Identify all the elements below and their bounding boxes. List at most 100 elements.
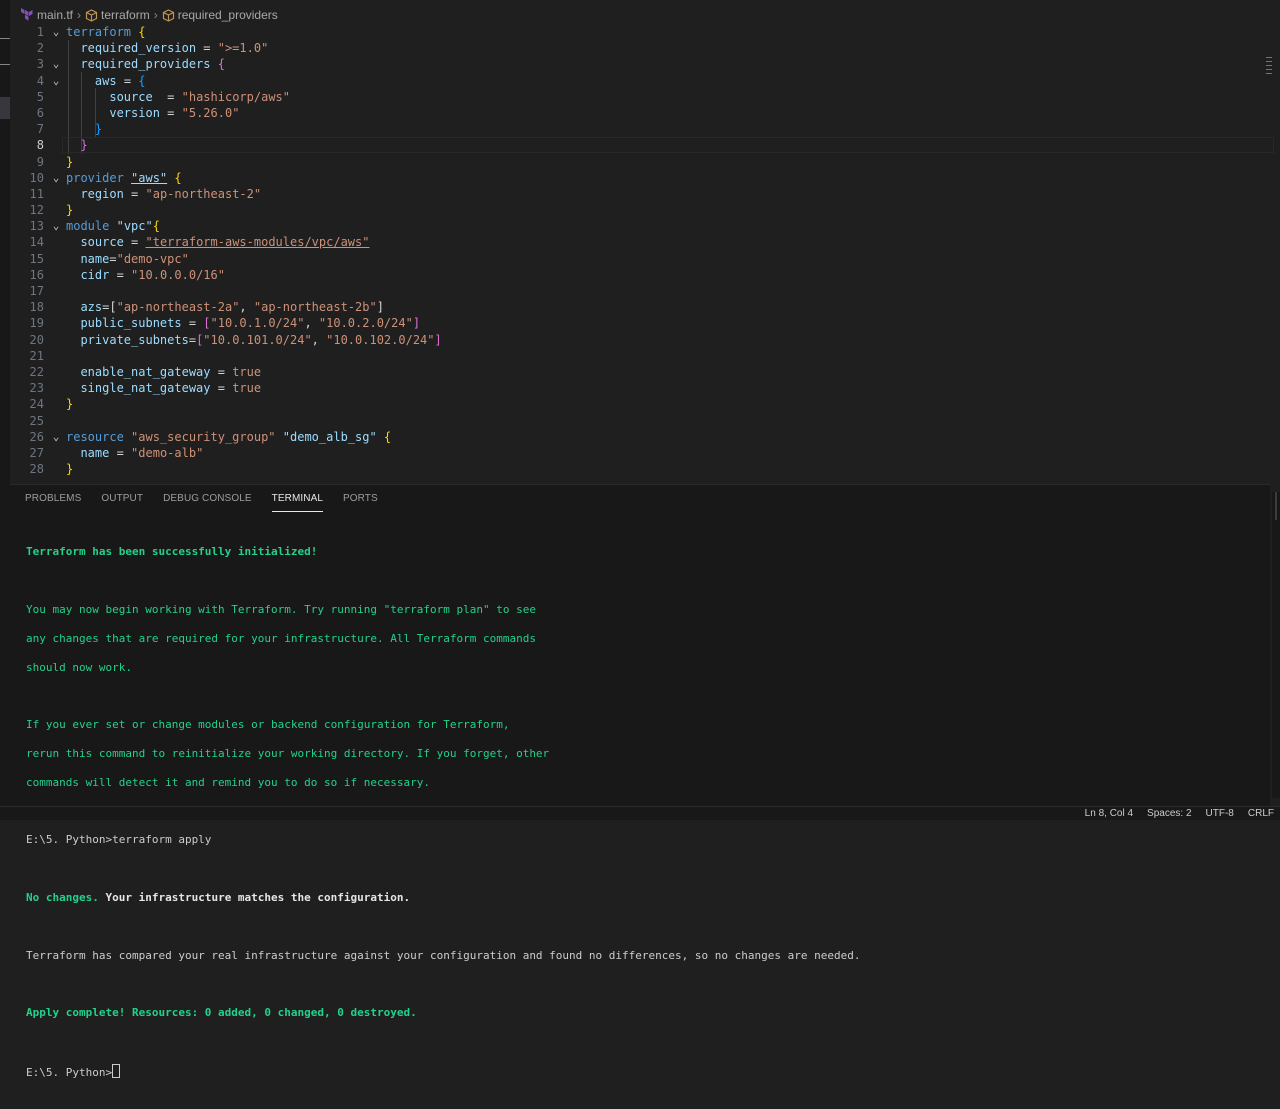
activity-selected-item[interactable]	[0, 97, 10, 119]
code-text: enable_nat_gateway = true	[80, 364, 262, 379]
line-number: 2	[36, 41, 44, 56]
line-number: 27	[29, 445, 44, 460]
code-text: required_version = ">=1.0"	[80, 41, 269, 56]
breadcrumb-block[interactable]: terraform	[85, 8, 150, 22]
code-line: 6 version = "5.26.0"	[10, 105, 1274, 121]
terminal-line: If you ever set or change modules or bac…	[26, 718, 510, 732]
code-text: }	[66, 154, 74, 169]
line-number: 10	[29, 170, 44, 185]
line-number: 19	[29, 316, 44, 331]
status-eol[interactable]: CRLF	[1248, 807, 1274, 820]
breadcrumb-file[interactable]: main.tf	[20, 8, 73, 22]
line-number: 5	[36, 89, 44, 104]
chevron-down-icon[interactable]: ⌄	[50, 56, 62, 72]
line-number: 22	[29, 364, 44, 379]
terminal-line: commands will detect it and remind you t…	[26, 775, 430, 789]
code-text: }	[66, 397, 74, 412]
code-line: 13 ⌄ module "vpc"{	[10, 218, 1274, 234]
activity-bar	[0, 0, 10, 806]
code-line: 14 source = "terraform-aws-modules/vpc/a…	[10, 234, 1274, 250]
tab-output[interactable]: OUTPUT	[101, 491, 143, 511]
tab-problems[interactable]: PROBLEMS	[25, 491, 81, 511]
code-line: 11 region = "ap-northeast-2"	[10, 186, 1274, 202]
chevron-right-icon: ›	[77, 8, 82, 22]
line-number: 6	[36, 105, 44, 120]
code-line: 3 ⌄ required_providers {	[10, 56, 1274, 72]
breadcrumb-item[interactable]: required_providers	[162, 8, 278, 22]
terminal-line: Terraform has been successfully initiali…	[26, 545, 318, 559]
code-line: 15 name="demo-vpc"	[10, 251, 1274, 267]
terminal-prompt: E:\5. Python>	[26, 1065, 113, 1079]
current-line-highlight	[62, 137, 1274, 154]
status-indentation[interactable]: Spaces: 2	[1147, 807, 1191, 820]
terminal-line: any changes that are required for your i…	[26, 631, 536, 645]
breadcrumb-item-label: required_providers	[177, 8, 278, 22]
code-text: region = "ap-northeast-2"	[80, 186, 262, 201]
code-text: cidr = "10.0.0.0/16"	[80, 267, 225, 282]
bottom-panel: PROBLEMS OUTPUT DEBUG CONSOLE TERMINAL P…	[10, 484, 1270, 1079]
line-number: 11	[29, 186, 44, 201]
line-number: 20	[29, 332, 44, 347]
code-line: 5 source = "hashicorp/aws"	[10, 89, 1274, 105]
line-number: 16	[29, 267, 44, 282]
terminal-line: You may now begin working with Terraform…	[26, 603, 536, 617]
code-line: 19 public_subnets = ["10.0.1.0/24", "10.…	[10, 315, 1274, 331]
status-encoding[interactable]: UTF-8	[1206, 807, 1234, 820]
terminal-scrollbar[interactable]	[1272, 492, 1280, 798]
code-line: 7 }	[10, 121, 1274, 137]
line-number: 14	[29, 235, 44, 250]
code-text: private_subnets=["10.0.101.0/24", "10.0.…	[80, 332, 442, 347]
code-line: 28}	[10, 461, 1274, 477]
chevron-right-icon: ›	[153, 8, 158, 22]
status-bar: Ln 8, Col 4 Spaces: 2 UTF-8 CRLF	[0, 806, 1280, 820]
code-line-current: 8 }	[10, 137, 1274, 154]
chevron-down-icon[interactable]: ⌄	[50, 429, 62, 445]
chevron-down-icon[interactable]: ⌄	[50, 170, 62, 186]
line-number: 24	[29, 397, 44, 412]
line-number: 8	[36, 138, 44, 153]
code-text: version = "5.26.0"	[109, 105, 240, 120]
line-number: 3	[36, 57, 44, 72]
chevron-down-icon[interactable]: ⌄	[50, 24, 62, 40]
code-line: 17	[10, 283, 1274, 299]
tab-ports[interactable]: PORTS	[343, 491, 378, 511]
terminal-line: rerun this command to reinitialize your …	[26, 747, 550, 761]
code-text: required_providers {	[80, 57, 225, 72]
tab-terminal[interactable]: TERMINAL	[271, 491, 324, 512]
code-line: 10 ⌄ provider "aws" {	[10, 170, 1274, 186]
status-cursor-position[interactable]: Ln 8, Col 4	[1085, 807, 1133, 820]
code-line: 22 enable_nat_gateway = true	[10, 364, 1274, 380]
code-line: 21	[10, 348, 1274, 364]
code-line: 20 private_subnets=["10.0.101.0/24", "10…	[10, 332, 1274, 348]
code-line: 23 single_nat_gateway = true	[10, 380, 1274, 396]
code-line: 16 cidr = "10.0.0.0/16"	[10, 267, 1274, 283]
terminal-prompt-line[interactable]: E:\5. Python>	[26, 1063, 860, 1080]
tab-debug-console[interactable]: DEBUG CONSOLE	[163, 491, 252, 511]
minimap[interactable]	[1266, 54, 1274, 94]
line-number: 23	[29, 381, 44, 396]
code-line: 27 name = "demo-alb"	[10, 445, 1274, 461]
code-text: }	[66, 462, 74, 477]
code-text: }	[80, 138, 88, 153]
line-number: 4	[36, 73, 44, 88]
line-number: 28	[29, 462, 44, 477]
terraform-icon	[21, 8, 33, 21]
code-text: }	[66, 203, 74, 218]
code-text: source = "hashicorp/aws"	[109, 89, 290, 104]
code-line: 1 ⌄ terraform {	[10, 24, 1274, 40]
terminal-line: Apply complete! Resources: 0 added, 0 ch…	[26, 1006, 417, 1020]
code-line: 25	[10, 413, 1274, 429]
code-text: source = "terraform-aws-modules/vpc/aws"	[80, 235, 370, 250]
code-text: resource "aws_security_group" "demo_alb_…	[66, 429, 392, 444]
terminal-output[interactable]: Terraform has been successfully initiali…	[26, 531, 860, 1109]
line-number: 15	[29, 251, 44, 266]
chevron-down-icon[interactable]: ⌄	[50, 218, 62, 234]
chevron-down-icon[interactable]: ⌄	[50, 73, 62, 89]
terminal-command-line: E:\5. Python>terraform apply	[26, 833, 212, 847]
terminal-cursor	[112, 1063, 121, 1078]
code-line: 12}	[10, 202, 1274, 218]
breadcrumb-file-label: main.tf	[37, 8, 74, 22]
code-text: aws = {	[94, 73, 146, 88]
activity-marker	[0, 64, 10, 65]
code-editor[interactable]: 1 ⌄ terraform { 2 required_version = ">=1.…	[10, 24, 1274, 482]
